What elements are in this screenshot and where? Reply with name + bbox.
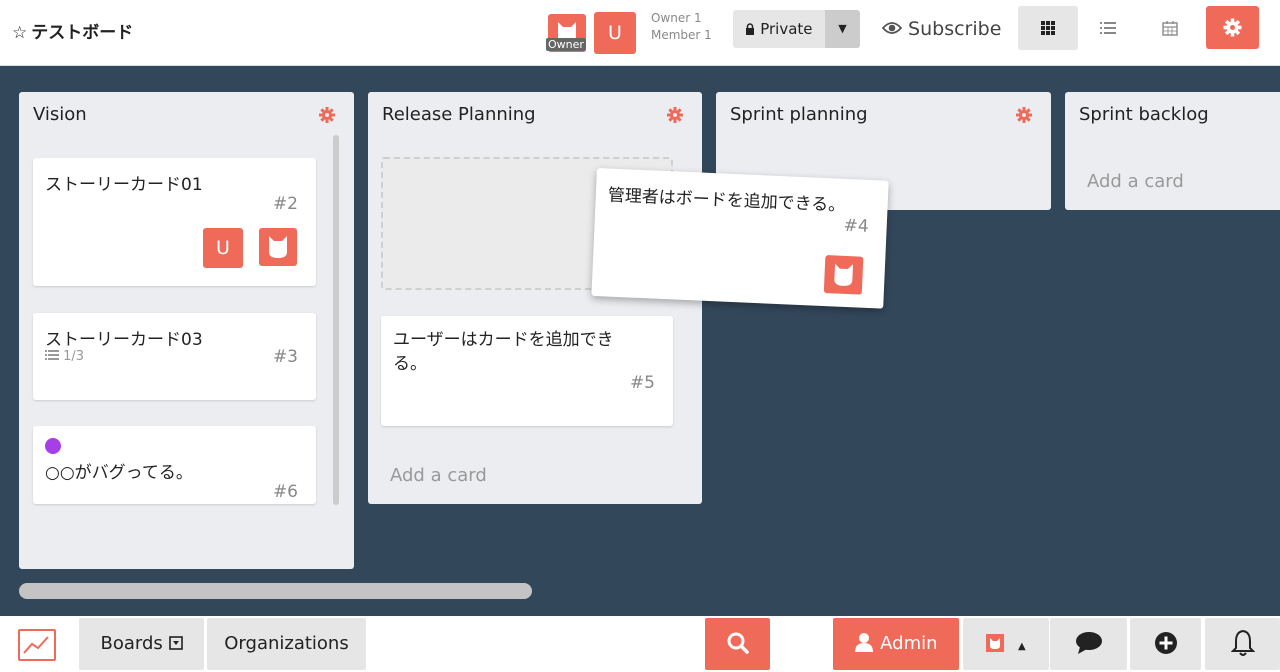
member-avatar[interactable]: U [594, 12, 636, 54]
card-title: ストーリーカード03 [45, 330, 203, 350]
grid-icon [1041, 21, 1055, 35]
cat-icon [834, 263, 854, 286]
list-scrollbar[interactable] [333, 135, 339, 505]
card-number: #6 [272, 482, 298, 502]
calendar-view-button[interactable] [1140, 6, 1200, 50]
bell-icon [1230, 629, 1255, 656]
admin-button[interactable]: Admin [833, 618, 959, 670]
lock-icon [746, 23, 755, 35]
dragging-card-4[interactable]: 管理者はボードを追加できる。 #4 [591, 168, 889, 309]
caret-down-box-icon [168, 636, 183, 650]
cat-icon [269, 236, 287, 258]
owner-avatar[interactable] [259, 228, 297, 266]
gear-icon[interactable] [318, 106, 336, 124]
checklist-progress: 1/3 [45, 349, 84, 364]
caret-down-icon[interactable]: ▼ [825, 10, 860, 48]
owner-count: Owner 1 [651, 11, 702, 25]
card-title-line: ユーザーはカードを追加でき [393, 330, 614, 350]
checklist-count: 1/3 [63, 349, 85, 364]
board-header: ☆ テストボード Owner U Owner 1 Member 1 Private… [0, 0, 1280, 66]
subscribe-button[interactable]: Subscribe [881, 18, 1002, 40]
list-vision: Vision ストーリーカード01 #2 U ストーリーカード03 1/3 #3… [19, 92, 354, 569]
card-number: #4 [843, 215, 870, 237]
calendar-icon [1162, 21, 1178, 36]
organizations-button[interactable]: Organizations [207, 618, 366, 670]
card-5[interactable]: ユーザーはカードを追加でき る。 #5 [381, 316, 673, 426]
card-2[interactable]: ストーリーカード01 #2 U [33, 158, 316, 286]
card-6[interactable]: ○○がバグってる。 #6 [33, 426, 316, 504]
gear-icon [1223, 18, 1242, 37]
owner-avatar[interactable] [823, 255, 864, 295]
privacy-dropdown[interactable]: Private ▼ [733, 10, 860, 48]
caret-up-icon: ▲ [1018, 641, 1026, 652]
list-icon [1100, 22, 1116, 34]
privacy-label: Private [760, 20, 813, 38]
card-title: 管理者はボードを追加できる。 [607, 185, 846, 216]
privacy-button[interactable]: Private [733, 10, 825, 48]
user-icon [855, 633, 874, 652]
board-settings-button[interactable] [1206, 6, 1259, 49]
board-title[interactable]: ☆ テストボード [12, 18, 133, 43]
member-avatar[interactable]: U [203, 228, 243, 268]
member-counts: Owner 1 Member 1 [651, 10, 712, 44]
subscribe-label: Subscribe [908, 18, 1002, 40]
list-title[interactable]: Sprint backlog [1079, 104, 1209, 125]
footer-bar: Boards Organizations Admin ▲ [0, 616, 1280, 672]
admin-label: Admin [880, 633, 938, 654]
theme-menu-button[interactable]: ▲ [963, 618, 1049, 670]
chart-logo-icon [23, 636, 49, 654]
list-view-button[interactable] [1078, 6, 1138, 50]
member-count: Member 1 [651, 28, 712, 42]
card-title: ユーザーはカードを追加でき る。 [393, 328, 614, 376]
card-label [45, 438, 61, 454]
owner-badge: Owner [546, 38, 586, 51]
star-icon[interactable]: ☆ [12, 23, 27, 43]
search-icon [727, 632, 749, 654]
boards-label: Boards [100, 633, 163, 654]
search-button[interactable] [705, 618, 770, 670]
boards-menu-button[interactable]: Boards [79, 618, 204, 670]
plus-circle-icon [1154, 632, 1177, 654]
notifications-button[interactable] [1205, 618, 1280, 670]
list-sprint-backlog: Sprint backlog Add a card [1065, 92, 1280, 210]
speech-bubble-icon [1075, 632, 1102, 654]
card-title: ストーリーカード01 [45, 175, 203, 195]
eye-icon [881, 22, 903, 34]
list-title[interactable]: Release Planning [382, 104, 536, 125]
add-card-link[interactable]: Add a card [1087, 171, 1184, 192]
list-title[interactable]: Sprint planning [730, 104, 868, 125]
app-logo[interactable] [18, 629, 56, 661]
card-number: #2 [272, 194, 298, 214]
card-title-line: る。 [393, 354, 427, 374]
board-horizontal-scrollbar[interactable] [19, 583, 532, 599]
list-title[interactable]: Vision [33, 104, 87, 125]
card-3[interactable]: ストーリーカード03 1/3 #3 [33, 313, 316, 400]
add-card-link[interactable]: Add a card [390, 465, 487, 486]
board-title-text: テストボード [31, 23, 134, 43]
chat-button[interactable] [1050, 618, 1127, 670]
gear-icon[interactable] [1015, 106, 1033, 124]
card-number: #5 [629, 373, 655, 393]
card-number: #3 [272, 347, 298, 367]
add-button[interactable] [1130, 618, 1201, 670]
checklist-icon [45, 350, 59, 360]
gear-icon[interactable] [666, 106, 684, 124]
card-title: ○○がバグってる。 [45, 463, 193, 483]
board-view-button[interactable] [1018, 6, 1078, 50]
cat-icon [986, 634, 1005, 652]
